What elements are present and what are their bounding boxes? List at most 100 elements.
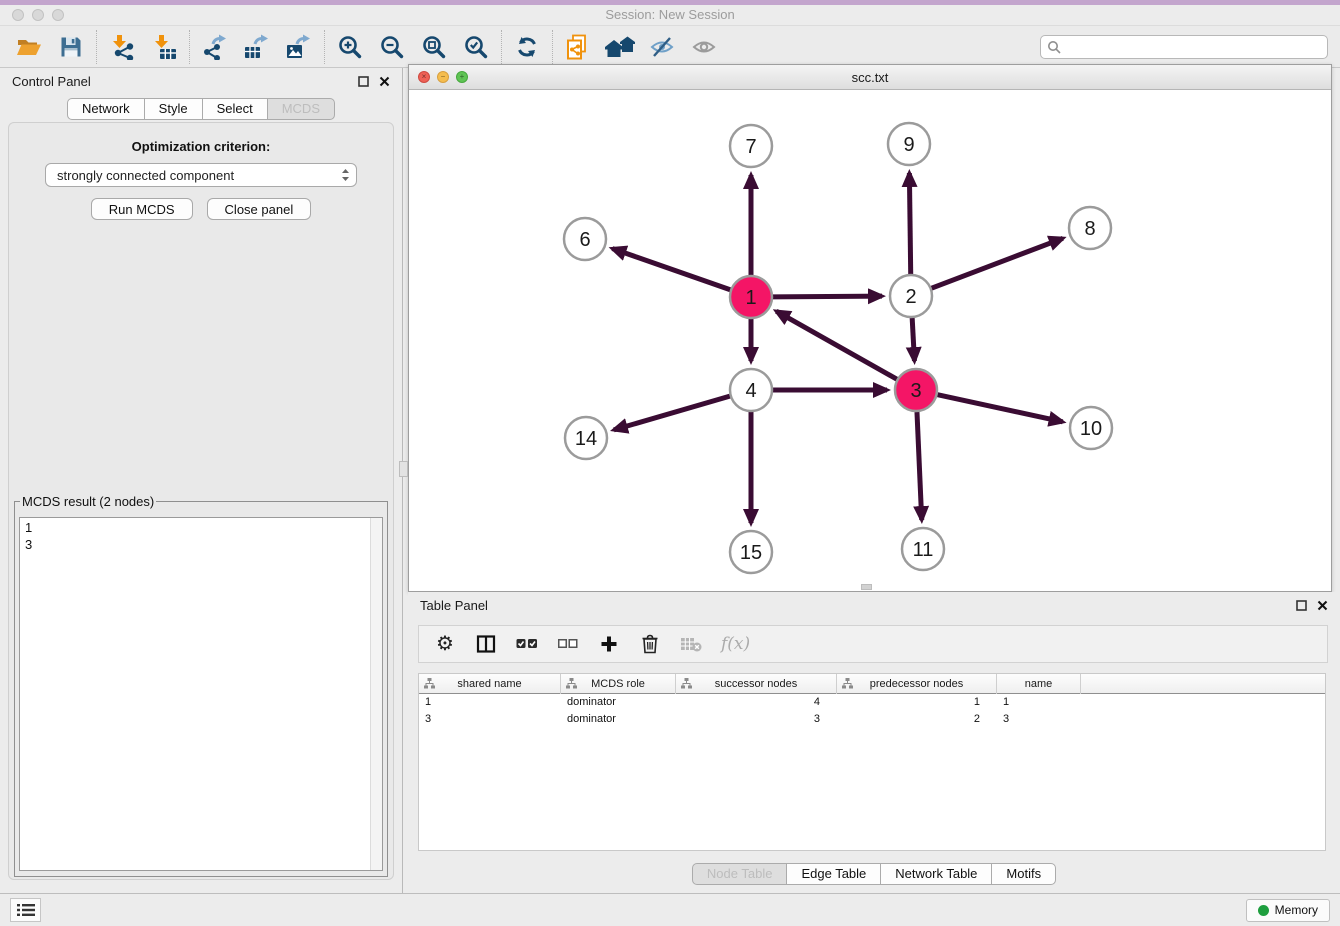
zoom-out-button[interactable] xyxy=(371,29,413,65)
graph-edge-3-10[interactable] xyxy=(937,395,1062,422)
task-history-button[interactable] xyxy=(10,898,41,922)
zoom-fit-icon xyxy=(421,34,447,60)
column-header-shared-name[interactable]: shared name xyxy=(419,674,561,694)
table-cell[interactable]: dominator xyxy=(561,694,676,711)
network-canvas[interactable]: 1234678910111415 xyxy=(409,90,1331,591)
zoom-in-button[interactable] xyxy=(329,29,371,65)
sort-tree-icon xyxy=(681,678,692,689)
unselect-all-columns-button[interactable] xyxy=(557,637,579,651)
select-all-columns-button[interactable] xyxy=(516,637,538,651)
tab-edge-table[interactable]: Edge Table xyxy=(786,863,881,885)
tab-network-table[interactable]: Network Table xyxy=(880,863,992,885)
graph-edge-2-3[interactable] xyxy=(912,318,914,361)
delete-column-button[interactable] xyxy=(639,634,661,654)
toolbar-separator xyxy=(189,30,190,64)
criterion-value: strongly connected component xyxy=(57,168,341,183)
panel-splitter-handle[interactable] xyxy=(399,461,408,477)
float-panel-icon[interactable] xyxy=(358,76,369,87)
table-cell[interactable]: 3 xyxy=(997,711,1081,728)
tab-network[interactable]: Network xyxy=(67,98,145,120)
memory-button[interactable]: Memory xyxy=(1246,899,1330,922)
graph-edge-2-8[interactable] xyxy=(932,238,1063,288)
export-network-button[interactable] xyxy=(194,29,236,65)
tab-mcds[interactable]: MCDS xyxy=(267,98,335,120)
column-header-mcds-role[interactable]: MCDS role xyxy=(561,674,676,694)
table-row[interactable]: 3dominator323 xyxy=(419,711,1325,728)
network-resize-handle[interactable] xyxy=(861,584,872,590)
graph-node-label: 6 xyxy=(579,229,590,251)
graph-edge-2-9[interactable] xyxy=(909,173,910,274)
import-table-button[interactable] xyxy=(143,29,185,65)
hide-selected-button[interactable] xyxy=(641,29,683,65)
graph-edge-1-6[interactable] xyxy=(612,249,730,290)
graph-node-label: 9 xyxy=(903,134,914,156)
search-icon xyxy=(1047,40,1061,54)
table-header-row: shared nameMCDS rolesuccessor nodesprede… xyxy=(419,674,1325,694)
graph-node-label: 2 xyxy=(905,286,916,308)
add-column-button[interactable] xyxy=(598,635,620,653)
tab-motifs[interactable]: Motifs xyxy=(991,863,1056,885)
criterion-select[interactable]: strongly connected component xyxy=(45,163,357,187)
show-all-button[interactable] xyxy=(683,29,725,65)
export-image-button[interactable] xyxy=(278,29,320,65)
table-cell[interactable]: 3 xyxy=(676,711,837,728)
window-title: Session: New Session xyxy=(0,7,1340,22)
graph-edge-3-11[interactable] xyxy=(917,412,922,520)
fx-icon: f(x) xyxy=(721,634,750,654)
table-cell[interactable]: 3 xyxy=(419,711,561,728)
new-network-from-selection-button[interactable] xyxy=(557,29,599,65)
table-row[interactable]: 1dominator411 xyxy=(419,694,1325,711)
table-tabs: Node TableEdge TableNetwork TableMotifs xyxy=(408,863,1340,885)
import-network-button[interactable] xyxy=(101,29,143,65)
run-mcds-button[interactable]: Run MCDS xyxy=(91,198,193,220)
copy-network-icon xyxy=(565,34,591,60)
zoom-fit-button[interactable] xyxy=(413,29,455,65)
mcds-result-area[interactable]: 13 xyxy=(19,517,383,871)
open-folder-icon xyxy=(16,34,42,60)
result-scrollbar[interactable] xyxy=(370,518,382,870)
column-header-successor-nodes[interactable]: successor nodes xyxy=(676,674,837,694)
table-cell[interactable]: 1 xyxy=(997,694,1081,711)
table-cell[interactable]: 1 xyxy=(419,694,561,711)
close-table-panel-icon[interactable] xyxy=(1317,600,1328,611)
export-table-button[interactable] xyxy=(236,29,278,65)
first-neighbors-button[interactable] xyxy=(599,29,641,65)
table-cell[interactable]: 4 xyxy=(676,694,837,711)
export-table-icon xyxy=(244,34,270,60)
network-window-title: scc.txt xyxy=(852,70,889,85)
table-cell[interactable]: dominator xyxy=(561,711,676,728)
network-minimize-button[interactable]: − xyxy=(437,71,449,83)
column-header-name[interactable]: name xyxy=(997,674,1081,694)
table-cell[interactable]: 1 xyxy=(837,694,997,711)
float-table-panel-icon[interactable] xyxy=(1296,600,1307,611)
table-settings-button[interactable]: ⚙ xyxy=(434,634,456,654)
network-graph[interactable]: 1234678910111415 xyxy=(409,90,1331,591)
control-panel-tabs: NetworkStyleSelectMCDS xyxy=(0,98,402,120)
save-session-button[interactable] xyxy=(50,29,92,65)
tab-node-table[interactable]: Node Table xyxy=(692,863,788,885)
zoom-selected-button[interactable] xyxy=(455,29,497,65)
plus-icon xyxy=(600,635,618,653)
open-session-button[interactable] xyxy=(8,29,50,65)
zoom-out-icon xyxy=(379,34,405,60)
zoom-selected-icon xyxy=(463,34,489,60)
tab-style[interactable]: Style xyxy=(144,98,203,120)
search-box[interactable] xyxy=(1040,35,1328,59)
node-table: shared nameMCDS rolesuccessor nodesprede… xyxy=(418,673,1326,851)
table-cell[interactable]: 2 xyxy=(837,711,997,728)
close-panel-button[interactable]: Close panel xyxy=(207,198,312,220)
search-input[interactable] xyxy=(1065,40,1321,54)
graph-edge-1-2[interactable] xyxy=(773,296,882,297)
tab-select[interactable]: Select xyxy=(202,98,268,120)
gear-icon: ⚙ xyxy=(436,634,454,654)
apply-layout-button[interactable] xyxy=(506,29,548,65)
graph-node-label: 4 xyxy=(745,380,756,402)
close-panel-icon[interactable] xyxy=(379,76,390,87)
network-close-button[interactable]: × xyxy=(418,71,430,83)
graph-edge-4-14[interactable] xyxy=(614,396,730,430)
network-maximize-button[interactable]: + xyxy=(456,71,468,83)
graph-edge-3-1[interactable] xyxy=(776,311,897,379)
column-header-predecessor-nodes[interactable]: predecessor nodes xyxy=(837,674,997,694)
network-window-titlebar: × − + scc.txt xyxy=(409,65,1331,90)
split-view-button[interactable] xyxy=(475,634,497,654)
